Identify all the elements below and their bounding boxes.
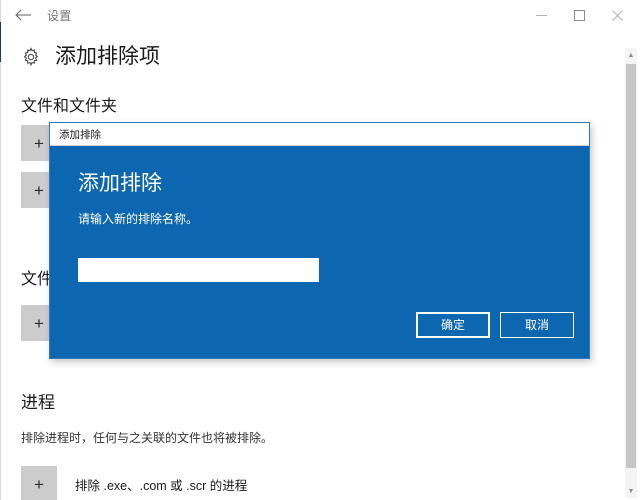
dialog-button-row: 确定 取消 [416,312,574,338]
section-heading-processes: 进程 [21,393,55,412]
page-title: 添加排除项 [55,45,160,68]
scroll-down-arrow-icon[interactable]: ▼ [625,484,637,498]
maximize-button[interactable] [560,0,598,30]
close-button[interactable] [598,0,636,30]
dialog-body: 添加排除 请输入新的排除名称。 [50,146,589,283]
add-row-label: 排除 .exe、.com 或 .scr 的进程 [75,478,248,493]
minimize-button[interactable] [522,0,560,30]
settings-window: 设置 添加排除项 文件和文件夹 + + 文件 + 进程 排除进程时，任何与之关联… [0,0,640,500]
scroll-up-arrow-icon[interactable]: ▲ [625,48,637,62]
section-processes: 进程 排除进程时，任何与之关联的文件也将被排除。 + 排除 .exe、.com … [1,388,273,500]
back-arrow-icon [14,8,32,22]
add-exclusion-dialog: 添加排除 添加排除 请输入新的排除名称。 确定 取消 [49,122,590,359]
maximize-icon [573,9,585,21]
window-titlebar: 设置 [1,0,640,30]
exclusion-name-input[interactable] [78,258,319,283]
add-row-process[interactable]: + 排除 .exe、.com 或 .scr 的进程 [1,466,273,500]
cancel-button[interactable]: 取消 [500,312,574,338]
dialog-heading: 添加排除 [78,172,162,195]
plus-glyph: + [34,474,44,494]
ok-button[interactable]: 确定 [416,312,490,338]
close-icon [611,9,623,21]
back-button[interactable] [1,0,45,30]
minimize-icon [535,10,547,21]
section-desc-processes: 排除进程时，任何与之关联的文件也将被排除。 [21,431,274,445]
scrollbar-thumb[interactable] [626,64,636,468]
page-header: 添加排除项 [1,30,625,69]
plus-glyph: + [34,313,44,333]
plus-glyph: + [34,133,44,153]
plus-icon[interactable]: + [21,466,57,500]
gear-icon [21,46,41,67]
vertical-scrollbar[interactable]: ▲ ▼ [625,48,637,498]
dialog-titlebar-title: 添加排除 [59,128,101,141]
window-controls [522,0,636,30]
window-title: 设置 [47,8,72,23]
section-heading-files-and-folders: 文件和文件夹 [21,98,118,115]
dialog-titlebar: 添加排除 [50,123,589,146]
plus-glyph: + [34,180,44,200]
dialog-subtext: 请输入新的排除名称。 [78,212,199,227]
